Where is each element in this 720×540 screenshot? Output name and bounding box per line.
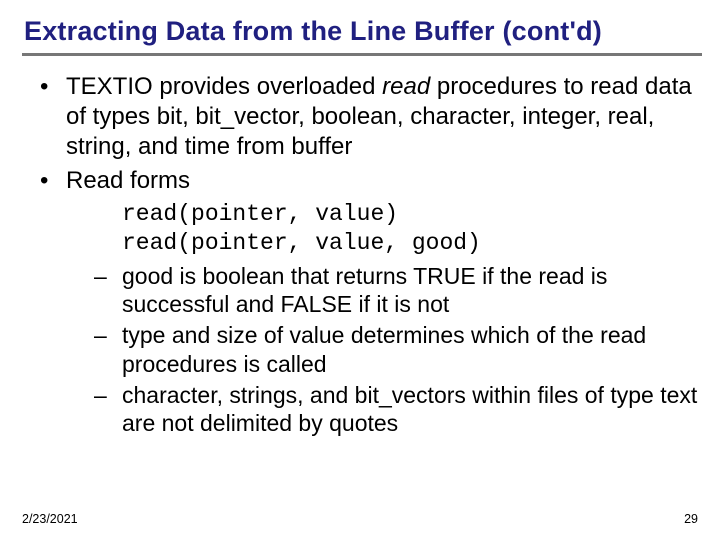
sub-bullet-list: good is boolean that returns TRUE if the…: [94, 262, 698, 439]
bullet-1-em: read: [382, 73, 430, 100]
footer-date: 2/23/2021: [22, 512, 78, 526]
title-rule: [22, 53, 702, 56]
code-block: read(pointer, value) read(pointer, value…: [122, 200, 698, 258]
footer: 2/23/2021 29: [22, 512, 698, 526]
sub-bullet-2: type and size of value determines which …: [94, 321, 698, 379]
bullet-list: TEXTIO provides overloaded read procedur…: [22, 72, 698, 438]
bullet-1: TEXTIO provides overloaded read procedur…: [40, 72, 698, 162]
code-line-1: read(pointer, value): [122, 200, 698, 229]
bullet-2: Read forms read(pointer, value) read(poi…: [40, 166, 698, 438]
code-line-2: read(pointer, value, good): [122, 229, 698, 258]
slide-content: TEXTIO provides overloaded read procedur…: [22, 72, 698, 438]
footer-page: 29: [684, 512, 698, 526]
sub-bullet-3: character, strings, and bit_vectors with…: [94, 381, 698, 439]
slide: Extracting Data from the Line Buffer (co…: [0, 0, 720, 540]
bullet-2-text: Read forms: [66, 167, 190, 194]
sub-bullet-1: good is boolean that returns TRUE if the…: [94, 262, 698, 320]
slide-title: Extracting Data from the Line Buffer (co…: [24, 16, 698, 47]
bullet-1-pre: TEXTIO provides overloaded: [66, 73, 382, 100]
